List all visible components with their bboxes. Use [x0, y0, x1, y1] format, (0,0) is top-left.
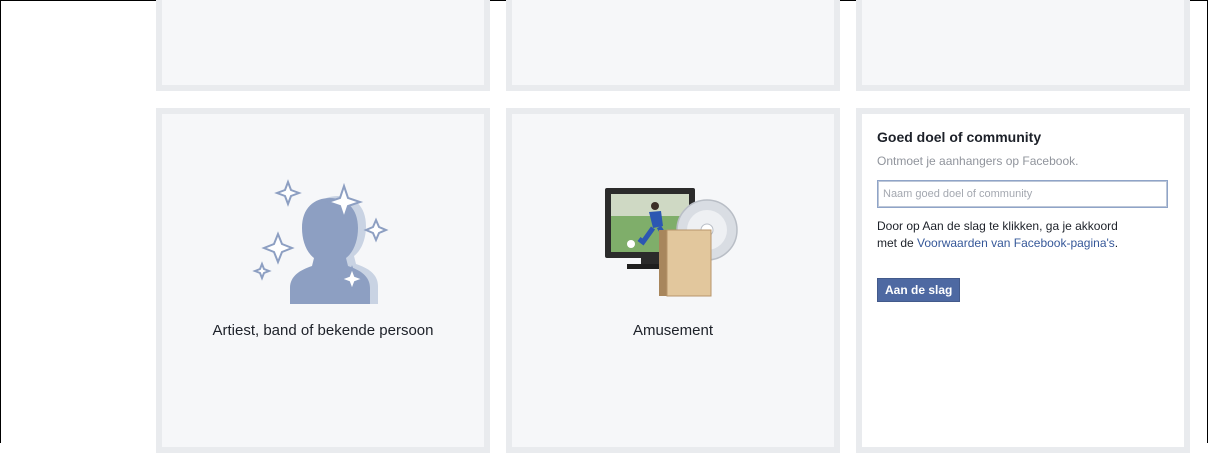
- get-started-button[interactable]: Aan de slag: [877, 278, 961, 302]
- category-tile-entertainment[interactable]: Amusement: [506, 108, 840, 453]
- page-frame: Artiest, band of bekende persoon Amuseme…: [0, 0, 1208, 453]
- terms-link[interactable]: Voorwaarden van Facebook-pagina's: [917, 236, 1115, 250]
- community-terms-text: Door op Aan de slag te klikken, ga je ak…: [877, 218, 1127, 252]
- category-tile-top-1[interactable]: [156, 0, 490, 91]
- community-name-input[interactable]: [877, 180, 1168, 208]
- community-form-tile: Goed doel of community Ontmoet je aanhan…: [856, 108, 1190, 453]
- category-tile-top-3[interactable]: [856, 0, 1190, 91]
- artist-silhouette-icon: [252, 179, 389, 304]
- category-label-entertainment: Amusement: [632, 322, 714, 339]
- category-tile-top-2[interactable]: [506, 0, 840, 91]
- entertainment-tv-icon: [605, 188, 738, 297]
- terms-suffix: .: [1114, 236, 1119, 250]
- category-tile-artist[interactable]: Artiest, band of bekende persoon: [156, 108, 490, 453]
- community-form-title: Goed doel of community: [877, 129, 1042, 145]
- category-label-artist: Artiest, band of bekende persoon: [212, 322, 434, 339]
- community-form-subtitle: Ontmoet je aanhangers op Facebook.: [877, 154, 1079, 168]
